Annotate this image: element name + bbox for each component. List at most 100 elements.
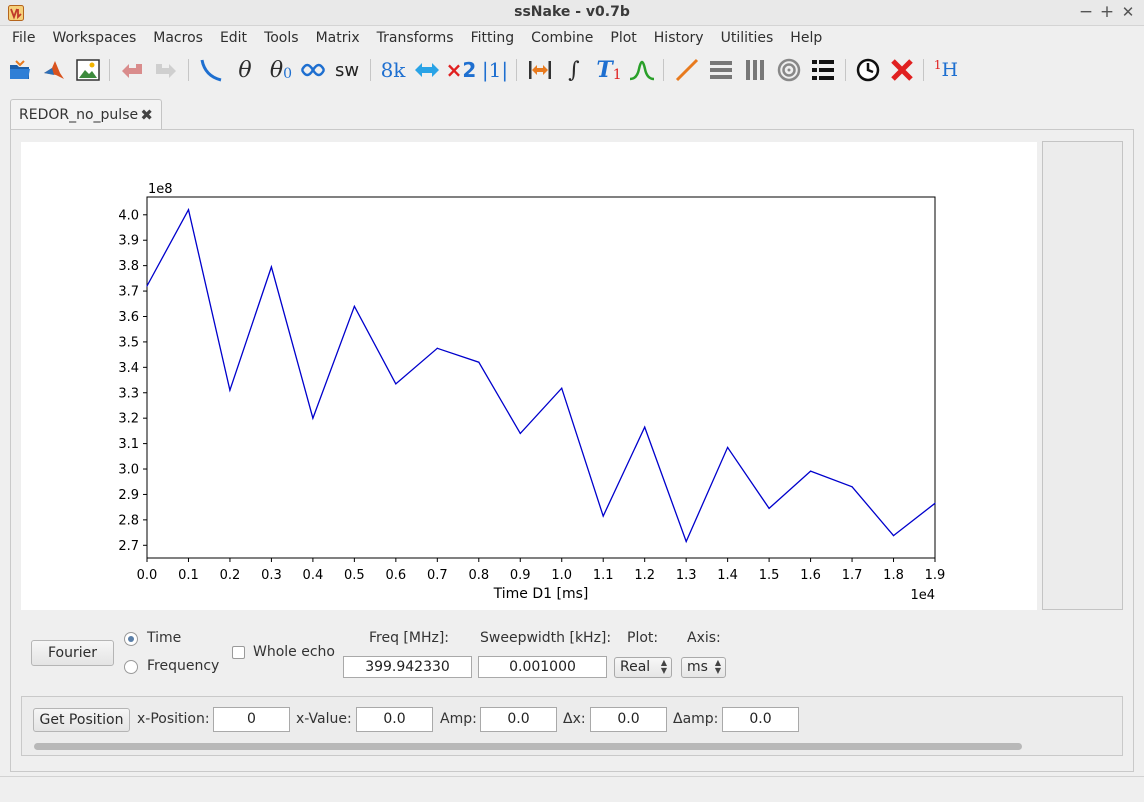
data-point	[312, 417, 314, 419]
data-point	[934, 502, 936, 504]
damp-label: Δamp:	[673, 711, 719, 727]
menu-edit[interactable]: Edit	[214, 27, 253, 51]
toolbar-separator	[109, 59, 110, 81]
menu-tools[interactable]: Tools	[258, 27, 305, 51]
data-point	[892, 535, 895, 537]
data-point	[270, 266, 273, 268]
undo-icon[interactable]	[118, 56, 146, 84]
data-point	[519, 432, 521, 435]
menu-macros[interactable]: Macros	[147, 27, 209, 51]
freq-field[interactable]: 399.942330	[343, 656, 472, 678]
x-position-field[interactable]: 0	[213, 707, 290, 732]
size-icon[interactable]: 8k	[379, 56, 407, 84]
data-point	[768, 507, 770, 510]
menu-plot[interactable]: Plot	[604, 27, 642, 51]
x-tick-label: 1.3	[676, 568, 697, 583]
multi-plot-icon[interactable]	[809, 56, 837, 84]
menu-utilities[interactable]: Utilities	[715, 27, 780, 51]
x-value-label: x-Value:	[296, 711, 352, 727]
zero-phase-icon[interactable]: θ	[231, 56, 259, 84]
y-tick-label: 3.5	[118, 335, 139, 350]
image-icon[interactable]	[74, 56, 102, 84]
x-tick-label: 1.0	[551, 568, 572, 583]
contour-icon[interactable]	[775, 56, 803, 84]
amp-field[interactable]: 0.0	[480, 707, 557, 732]
plot-select-value: Real	[620, 659, 651, 675]
x-tick-label: 0.9	[510, 568, 531, 583]
x-tick-label: 1.9	[925, 568, 946, 583]
data-point	[561, 387, 563, 389]
reference-icon[interactable]: |1|	[481, 56, 509, 84]
stack-plot-icon[interactable]	[707, 56, 735, 84]
horizontal-scrollbar[interactable]	[34, 743, 1022, 750]
region-icon[interactable]	[526, 56, 554, 84]
baseline-icon[interactable]	[197, 56, 225, 84]
sweepwidth-icon[interactable]: sw	[333, 56, 361, 84]
data-point	[187, 209, 190, 211]
dx-label: Δx:	[563, 711, 586, 727]
array-plot-icon[interactable]	[741, 56, 769, 84]
menu-history[interactable]: History	[648, 27, 710, 51]
frequency-radio[interactable]	[124, 660, 138, 674]
dx-field[interactable]: 0.0	[590, 707, 667, 732]
time-radio[interactable]	[124, 632, 138, 646]
swap-echo-icon[interactable]	[299, 56, 327, 84]
y-tick-label: 3.6	[118, 310, 139, 325]
y-tick-label: 3.4	[118, 361, 139, 376]
peak-icon[interactable]	[628, 56, 656, 84]
multiply-icon[interactable]: ×2	[446, 56, 477, 84]
get-position-button[interactable]: Get Position	[33, 708, 130, 732]
sweepwidth-field[interactable]: 0.001000	[478, 656, 607, 678]
close-window-button[interactable]: ✕	[1118, 2, 1138, 22]
maximize-button[interactable]: +	[1097, 2, 1117, 22]
whole-echo-checkbox[interactable]	[232, 646, 245, 659]
data-point	[146, 285, 148, 287]
data-point	[353, 305, 355, 307]
first-phase-icon[interactable]: θ0	[265, 56, 297, 84]
close-red-icon[interactable]	[888, 56, 916, 84]
axis-select[interactable]: ms ▲ ▼	[681, 657, 726, 678]
menu-bar: File Workspaces Macros Edit Tools Matrix…	[0, 27, 1144, 51]
plot-canvas[interactable]: 0.0 0.1 0.2 0.3 0.4 0.5 0.6 0.7 0.8 0.9 1.0 1.1 1.2 1…	[21, 142, 1037, 610]
x-tick-label: 0.8	[468, 568, 489, 583]
time-label: Time	[147, 630, 182, 646]
matlab-icon[interactable]	[40, 56, 68, 84]
nucleus-icon[interactable]: 1H	[932, 56, 960, 84]
toolbar-separator	[845, 59, 846, 81]
toolbar-separator	[188, 59, 189, 81]
menu-fitting[interactable]: Fitting	[465, 27, 521, 51]
menu-transforms[interactable]: Transforms	[371, 27, 460, 51]
plot-label: Plot:	[627, 630, 659, 646]
title-bar: ssNake - v0.7b − + ✕	[0, 0, 1144, 26]
x-tick-label: 1.1	[593, 568, 614, 583]
menu-help[interactable]: Help	[784, 27, 828, 51]
minimize-button[interactable]: −	[1076, 2, 1096, 22]
tab-redor-no-pulse[interactable]: REDOR_no_pulse ✖	[10, 99, 162, 130]
damp-field[interactable]: 0.0	[722, 707, 799, 732]
menu-file[interactable]: File	[6, 27, 41, 51]
open-folder-icon[interactable]	[6, 56, 34, 84]
sweepwidth-label: Sweepwidth [kHz]:	[480, 630, 612, 646]
amp-label: Amp:	[440, 711, 477, 727]
menu-combine[interactable]: Combine	[525, 27, 599, 51]
x-value-field[interactable]: 0.0	[356, 707, 433, 732]
y-tick-label: 2.8	[118, 513, 139, 528]
1d-plot-icon[interactable]	[673, 56, 701, 84]
integral-icon[interactable]: ∫	[560, 56, 588, 84]
x-tick-label: 0.5	[344, 568, 365, 583]
x-tick-label: 0.1	[178, 568, 199, 583]
y-tick-label: 4.0	[118, 208, 139, 223]
redo-icon[interactable]	[152, 56, 180, 84]
plot-frame	[146, 196, 936, 559]
t1-icon[interactable]: T1	[594, 56, 624, 84]
shift-icon[interactable]	[413, 56, 441, 84]
fourier-button[interactable]: Fourier	[31, 640, 114, 666]
menu-workspaces[interactable]: Workspaces	[46, 27, 142, 51]
menu-matrix[interactable]: Matrix	[310, 27, 366, 51]
data-point	[809, 470, 812, 472]
tab-close-icon[interactable]: ✖	[140, 106, 153, 124]
freq-label: Freq [MHz]:	[369, 630, 450, 646]
plot-select[interactable]: Real ▲ ▼	[614, 657, 672, 678]
chart-svg[interactable]: 0.0 0.1 0.2 0.3 0.4 0.5 0.6 0.7 0.8 0.9 1.0 1.1 1.2 1…	[21, 142, 1037, 610]
clock-icon[interactable]	[854, 56, 882, 84]
